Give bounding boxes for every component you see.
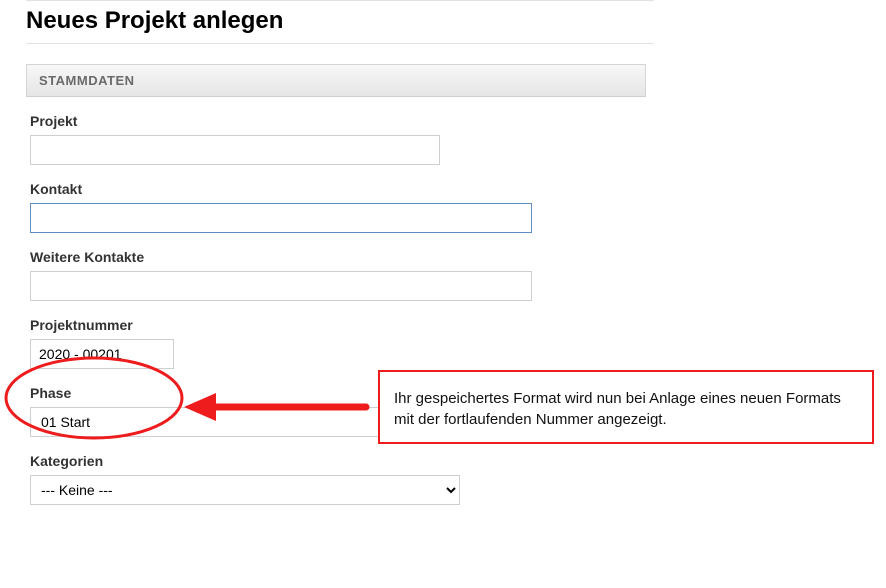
projekt-input[interactable] (30, 135, 440, 165)
projektnummer-input[interactable] (30, 339, 174, 369)
kontakt-input[interactable] (30, 203, 532, 233)
projektnummer-label: Projektnummer (30, 317, 642, 333)
kategorien-label: Kategorien (30, 453, 642, 469)
projekt-label: Projekt (30, 113, 642, 129)
weitere-kontakte-label: Weitere Kontakte (30, 249, 642, 265)
kontakt-label: Kontakt (30, 181, 642, 197)
annotation-info-box: Ihr gespeichertes Format wird nun bei An… (378, 370, 874, 444)
weitere-kontakte-input[interactable] (30, 271, 532, 301)
kategorien-select[interactable]: --- Keine --- (30, 475, 460, 505)
panel-header: STAMMDATEN (26, 64, 646, 97)
page-title: Neues Projekt anlegen (26, 7, 654, 35)
stammdaten-panel: STAMMDATEN Projekt Kontakt Weitere Konta… (26, 64, 646, 525)
